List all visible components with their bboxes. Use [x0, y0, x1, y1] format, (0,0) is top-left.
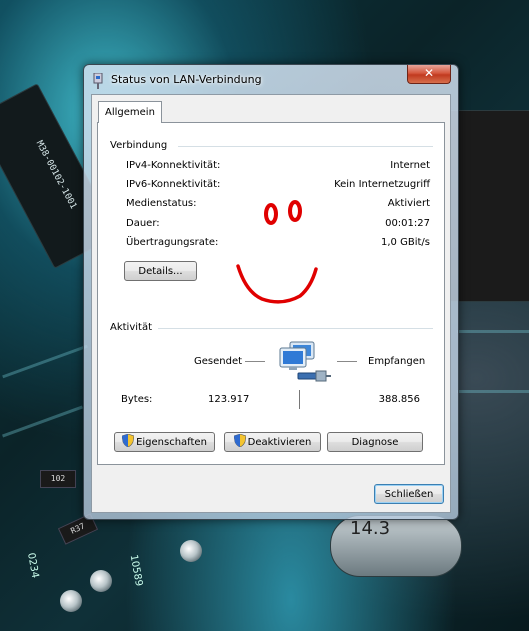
smiley-left-eye — [264, 203, 278, 225]
tab-allgemein[interactable]: Allgemein — [98, 101, 162, 123]
smiley-right-eye — [288, 200, 302, 222]
smiley-mouth — [236, 264, 318, 304]
smiley-drawing — [236, 200, 318, 304]
